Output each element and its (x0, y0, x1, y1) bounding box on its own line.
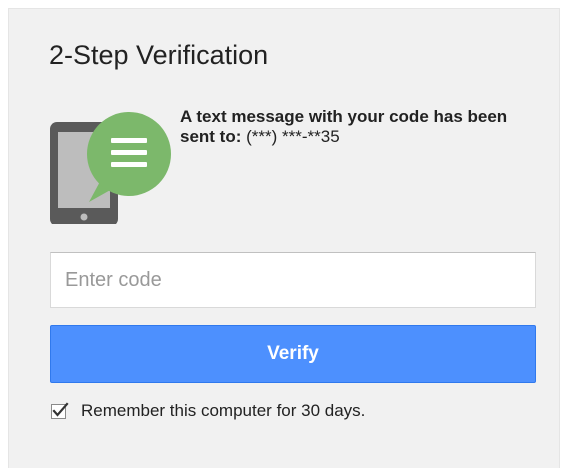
verification-code-input[interactable] (50, 252, 536, 308)
masked-phone-number: (***) ***-**35 (246, 127, 340, 146)
verify-button[interactable]: Verify (50, 325, 536, 383)
remember-computer-label: Remember this computer for 30 days. (81, 401, 366, 420)
checkmark-icon[interactable] (51, 402, 69, 420)
phone-with-sms-bubble-icon (49, 104, 174, 226)
sms-sent-text: A text message with your code has been s… (180, 107, 508, 146)
verification-card: 2-Step Verification A text message with … (8, 8, 560, 468)
page-title: 2-Step Verification (49, 40, 269, 70)
sms-sent-message: A text message with your code has been s… (180, 107, 540, 147)
remember-computer-option[interactable]: Remember this computer for 30 days. (51, 399, 365, 423)
